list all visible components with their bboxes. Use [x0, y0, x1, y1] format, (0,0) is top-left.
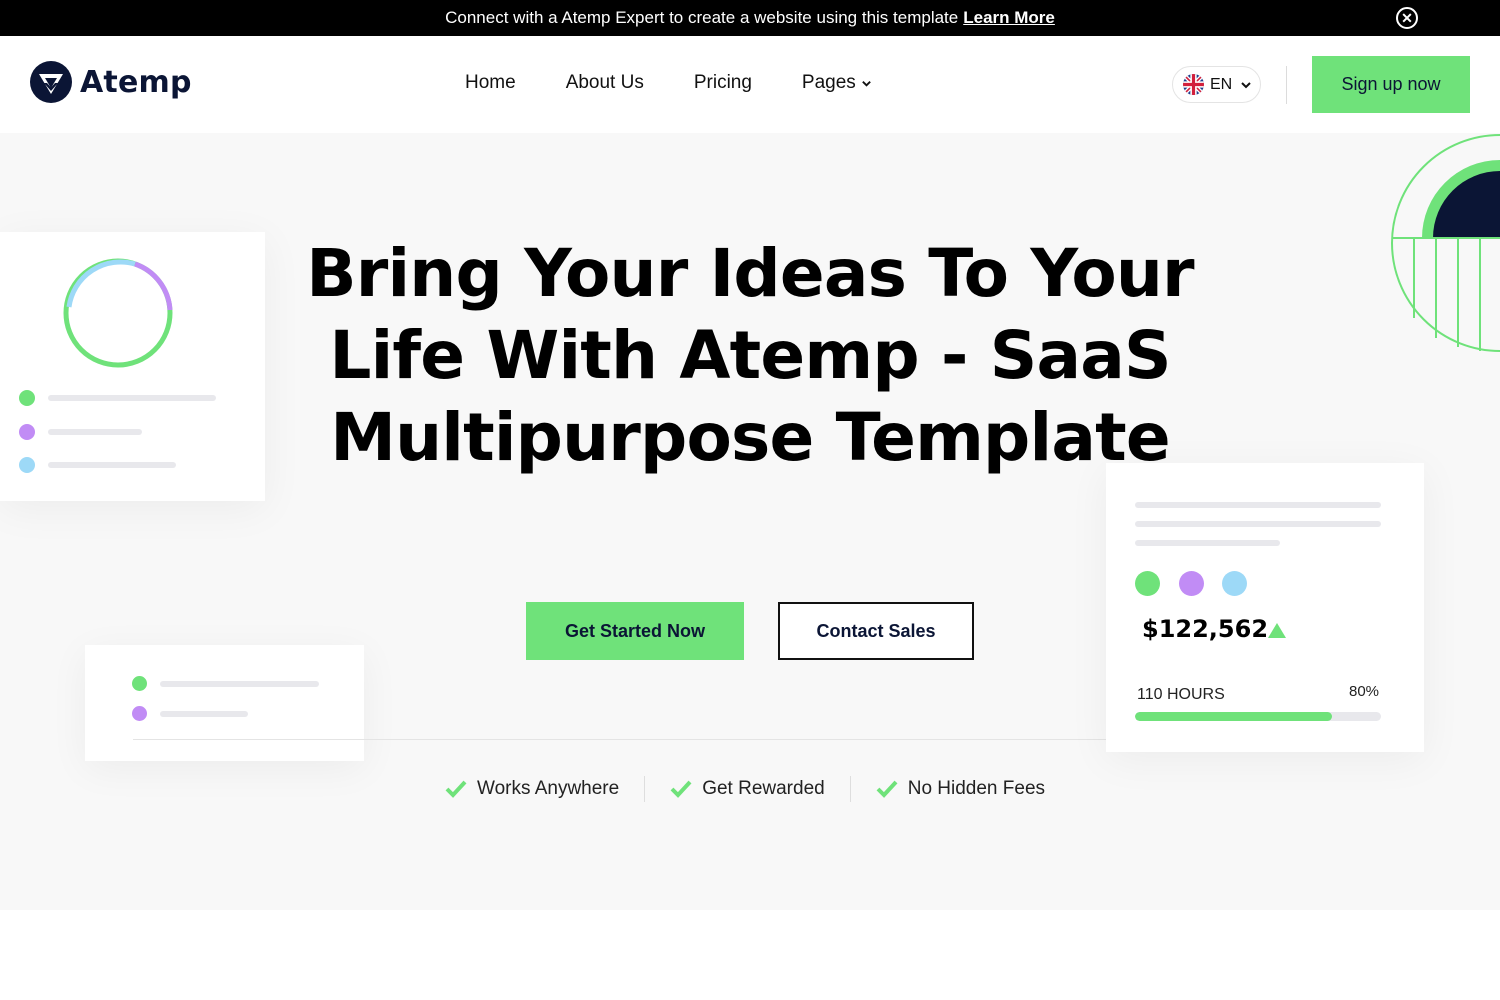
- close-icon[interactable]: ✕: [1396, 7, 1418, 29]
- nav-item-pages[interactable]: Pages: [802, 72, 872, 94]
- chevron-down-icon: [861, 80, 871, 87]
- donut-stats-card: [0, 232, 265, 501]
- placeholder-bar: [1135, 521, 1381, 527]
- placeholder-bar: [48, 462, 176, 468]
- progress-fill: [1135, 712, 1332, 721]
- language-code: EN: [1210, 75, 1233, 93]
- legend-dot-green: [132, 676, 147, 691]
- placeholder-bar: [160, 711, 248, 717]
- feature-list: Works Anywhere Get Rewarded No Hidden Fe…: [445, 776, 1045, 802]
- nav-label: Pages: [801, 72, 856, 93]
- nav-item-pricing[interactable]: Pricing: [694, 72, 752, 94]
- revenue-amount: $122,562: [1142, 615, 1269, 643]
- announcement-bar: Connect with a Atemp Expert to create a …: [0, 0, 1500, 36]
- learn-more-link[interactable]: Learn More: [963, 8, 1055, 28]
- feature-label: No Hidden Fees: [907, 778, 1046, 799]
- header-divider: [1286, 66, 1287, 104]
- main-nav: Home About Us Pricing Pages: [465, 72, 922, 94]
- sign-up-button[interactable]: Sign up now: [1312, 56, 1470, 113]
- site-header: Atemp Home About Us Pricing Pages EN Sig…: [0, 36, 1500, 133]
- nav-label: About Us: [565, 72, 644, 93]
- legend-card: [85, 645, 364, 761]
- hero-title: Bring Your Ideas To Your Life With Atemp…: [306, 235, 1194, 476]
- status-dot-purple: [1179, 571, 1204, 596]
- check-icon: [876, 780, 898, 798]
- feature-item: No Hidden Fees: [876, 778, 1045, 800]
- placeholder-bar: [48, 429, 142, 435]
- decorative-semicircle-graphic: [1391, 134, 1500, 352]
- placeholder-bar: [48, 395, 216, 401]
- get-started-button[interactable]: Get Started Now: [526, 602, 744, 660]
- placeholder-bar: [1135, 502, 1381, 508]
- percent-label: 80%: [1349, 683, 1380, 700]
- feature-separator: [849, 776, 851, 802]
- contact-sales-button[interactable]: Contact Sales: [778, 602, 974, 660]
- revenue-stats-card: $122,562 110 HOURS 80%: [1106, 463, 1424, 752]
- legend-dot-green: [19, 390, 35, 406]
- nav-label: Home: [465, 72, 516, 93]
- check-icon: [445, 780, 467, 798]
- feature-item: Get Rewarded: [670, 778, 825, 800]
- feature-label: Works Anywhere: [477, 778, 620, 799]
- announcement-text: Connect with a Atemp Expert to create a …: [445, 8, 959, 27]
- triangle-up-icon: [1268, 623, 1286, 638]
- donut-chart-graphic: [63, 258, 173, 368]
- logo-text: Atemp: [80, 64, 192, 100]
- nav-item-about[interactable]: About Us: [566, 72, 644, 94]
- chevron-down-icon: [1241, 81, 1251, 88]
- status-dot-blue: [1222, 571, 1247, 596]
- nav-label: Pricing: [693, 72, 752, 93]
- language-selector[interactable]: EN: [1172, 66, 1261, 103]
- placeholder-bar: [1135, 540, 1280, 546]
- status-dot-green: [1135, 571, 1160, 596]
- logo[interactable]: Atemp: [30, 61, 192, 103]
- legend-dot-purple: [132, 706, 147, 721]
- logo-icon: [30, 61, 72, 103]
- progress-bar: [1135, 712, 1381, 721]
- feature-separator: [644, 776, 646, 802]
- legend-dot-blue: [19, 457, 35, 473]
- legend-dot-purple: [19, 424, 35, 440]
- placeholder-bar: [160, 681, 319, 687]
- nav-item-home[interactable]: Home: [465, 72, 516, 94]
- feature-label: Get Rewarded: [702, 778, 825, 799]
- hero-section: Bring Your Ideas To Your Life With Atemp…: [0, 133, 1500, 910]
- hours-label: 110 HOURS: [1137, 686, 1225, 703]
- feature-item: Works Anywhere: [445, 778, 619, 800]
- uk-flag-icon: [1183, 74, 1204, 95]
- check-icon: [670, 780, 692, 798]
